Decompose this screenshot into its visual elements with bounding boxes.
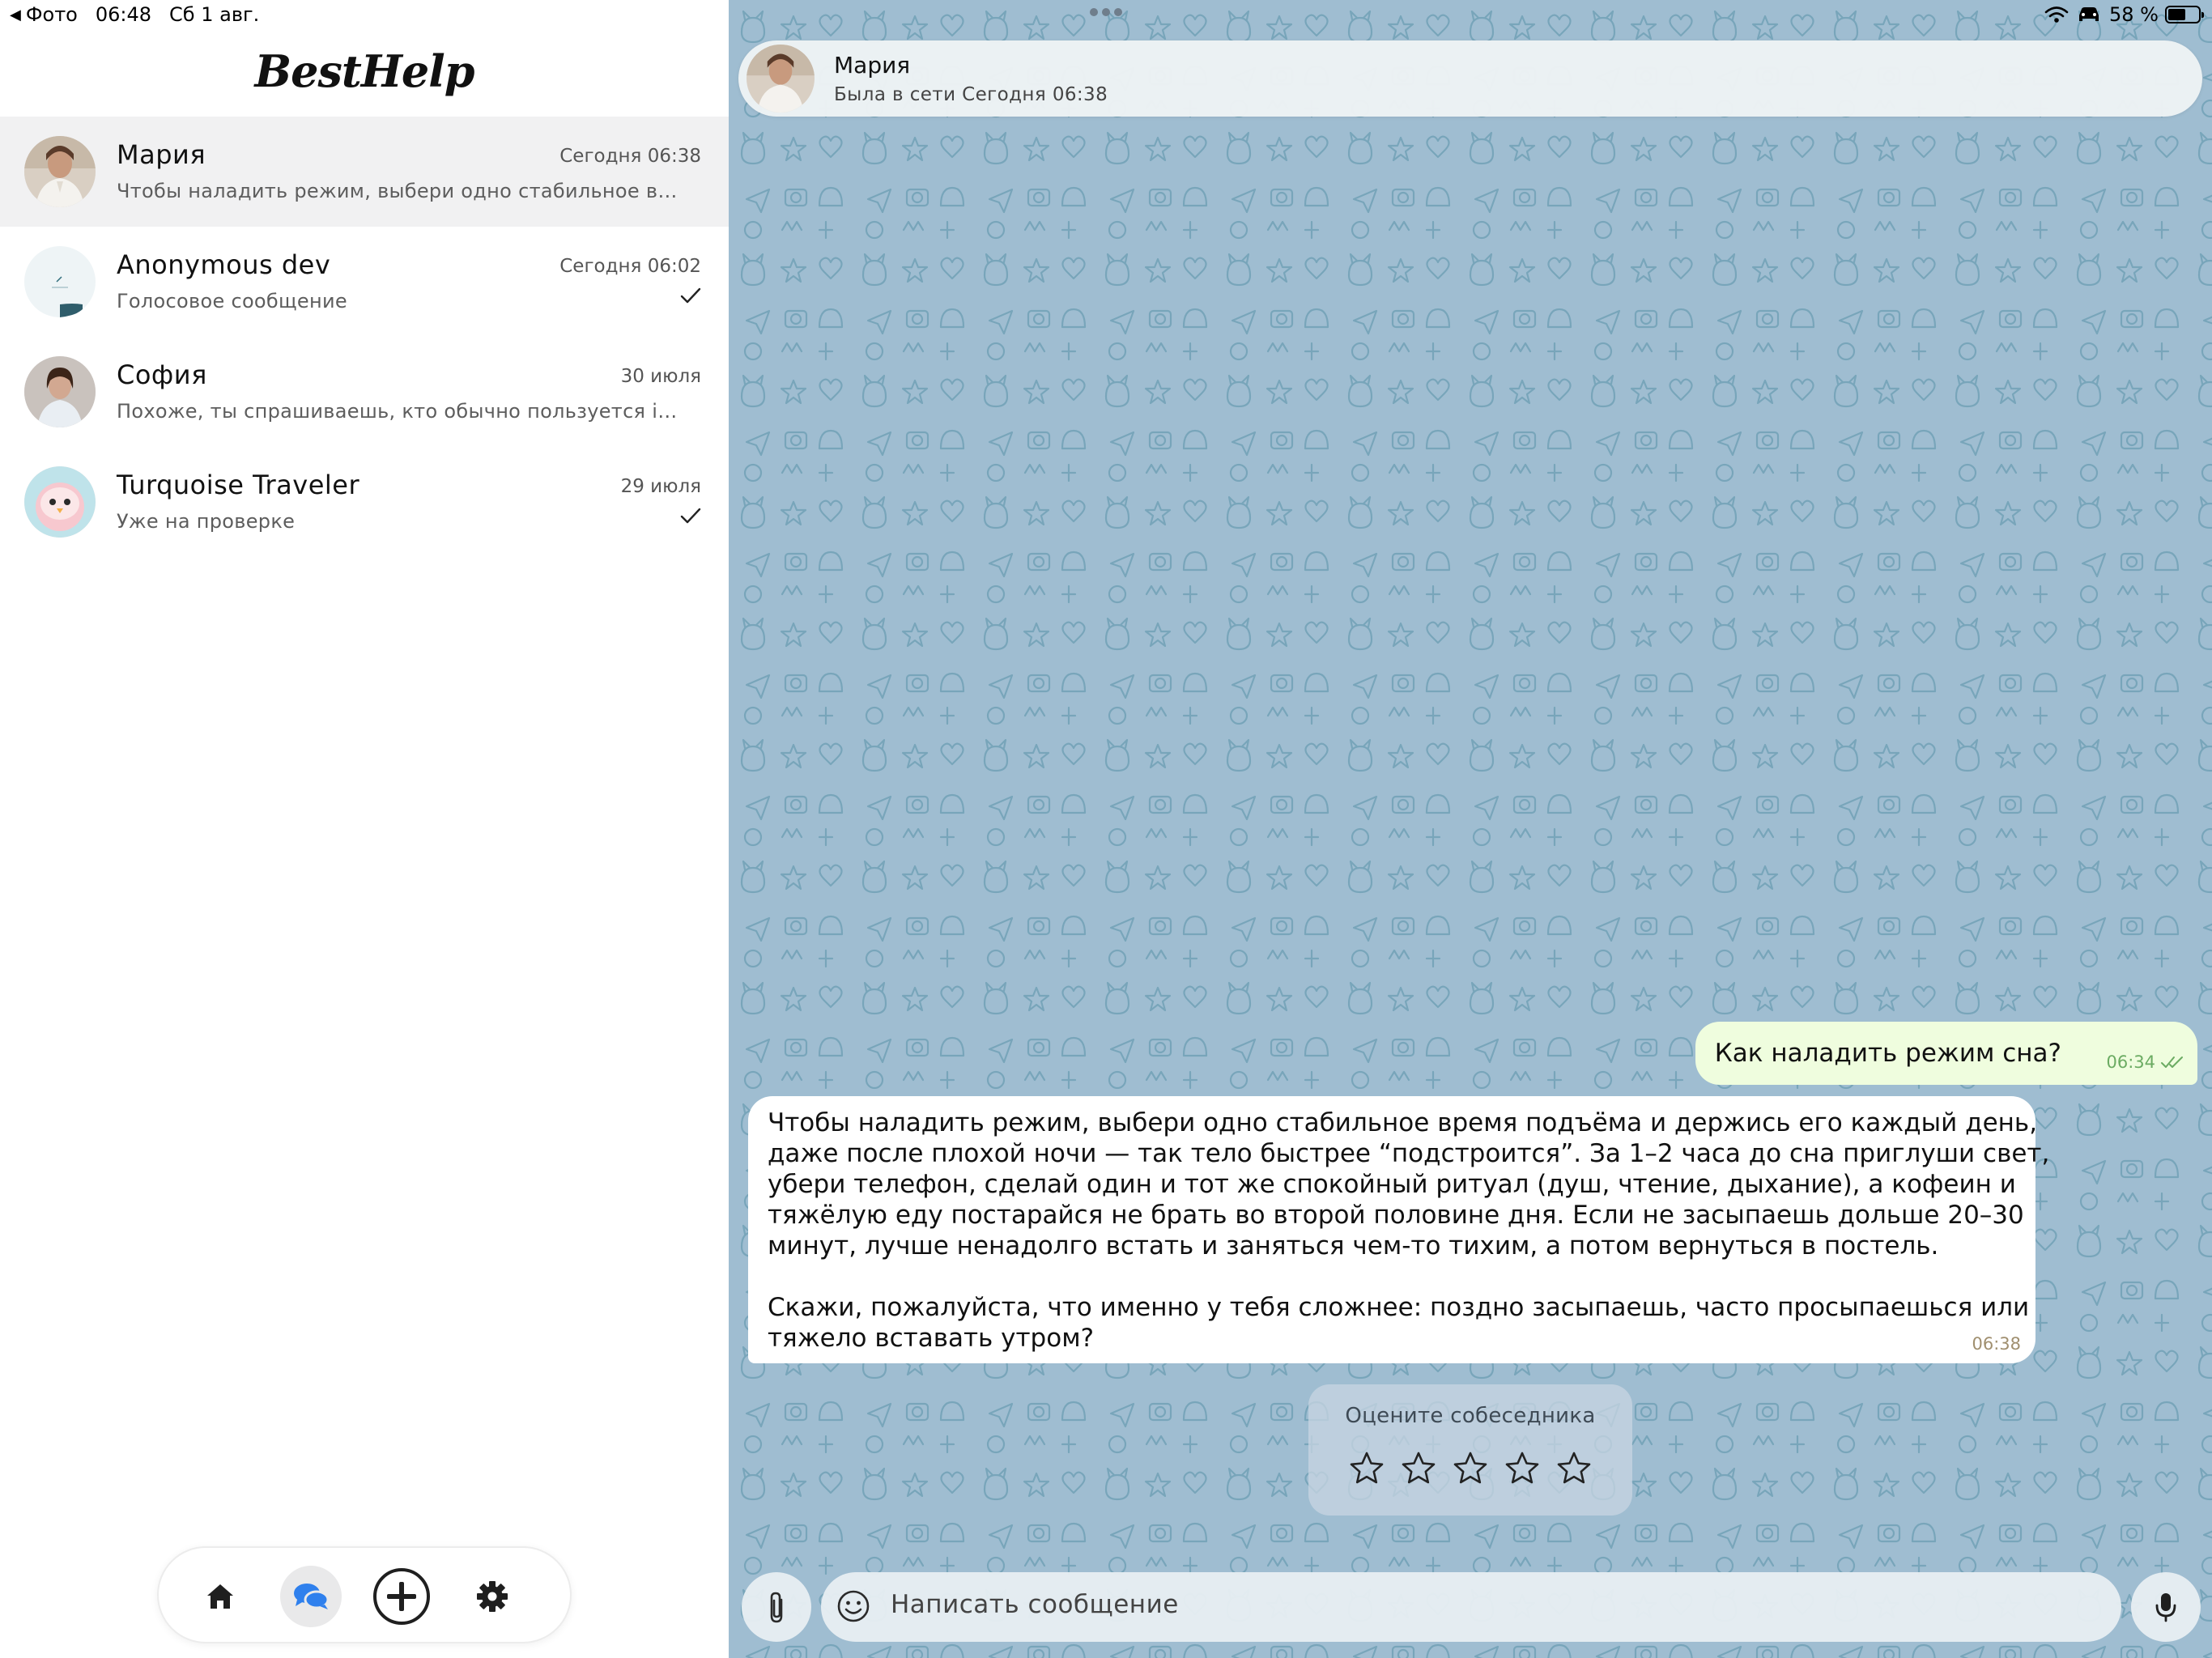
message-composer: Написать сообщение xyxy=(729,1569,2212,1648)
back-app-label: Фото xyxy=(25,3,78,26)
message-line: даже после плохой ночи — так тело быстре… xyxy=(768,1139,2050,1168)
bottom-tab-bar xyxy=(157,1546,572,1643)
chat-time: Сегодня 06:02 xyxy=(559,256,701,277)
star-icon xyxy=(1350,1452,1384,1484)
star-icon xyxy=(1505,1452,1539,1484)
microphone-icon xyxy=(2155,1593,2176,1622)
avatar xyxy=(24,466,96,538)
star-4[interactable] xyxy=(1502,1448,1542,1488)
tab-chats[interactable] xyxy=(280,1566,342,1627)
message-input-placeholder: Написать сообщение xyxy=(891,1590,1179,1619)
star-icon xyxy=(1402,1452,1436,1484)
emoji-icon xyxy=(837,1590,870,1622)
back-triangle-icon: ◀ xyxy=(10,6,21,23)
message-line: тяжело вставать утром? xyxy=(768,1324,1095,1353)
chat-name: София xyxy=(117,359,207,390)
chat-item-maria[interactable]: Мария Сегодня 06:38 Чтобы наладить режим… xyxy=(0,117,729,227)
chat-item-sofia[interactable]: София 30 июля Похоже, ты спрашиваешь, кт… xyxy=(0,337,729,447)
paperclip-icon xyxy=(770,1592,783,1623)
clock: 06:48 xyxy=(95,3,152,26)
avatar xyxy=(24,246,96,317)
rating-stars xyxy=(1308,1448,1632,1488)
back-to-app[interactable]: ◀ Фото 06:48 Сб 1 авг. xyxy=(10,3,259,26)
message-text: Как наладить режим сна? xyxy=(1714,1039,2061,1068)
message-meta: 06:34 xyxy=(2106,1052,2184,1072)
message-time: 06:34 xyxy=(2106,1052,2155,1072)
incoming-message[interactable]: Чтобы наладить режим, выбери одно стабил… xyxy=(748,1096,2050,1363)
last-seen-status: Была в сети Сегодня 06:38 xyxy=(834,84,1108,105)
star-5[interactable] xyxy=(1554,1448,1594,1488)
chat-name: Мария xyxy=(117,139,206,170)
home-icon xyxy=(207,1584,233,1609)
read-check-icon xyxy=(680,287,701,308)
outgoing-message[interactable]: Как наладить режим сна? 06:34 xyxy=(1695,1022,2197,1085)
chat-preview: Чтобы наладить режим, выбери одно стабил… xyxy=(117,180,683,202)
chat-time: 29 июля xyxy=(620,476,701,497)
double-check-icon xyxy=(2161,1056,2183,1068)
message-line: минут, лучше ненадолго встать и заняться… xyxy=(768,1231,1939,1261)
message-line: Скажи, пожалуйста, что именно у тебя сло… xyxy=(768,1293,2030,1322)
chat-preview: Голосовое сообщение xyxy=(117,290,347,312)
star-icon xyxy=(1557,1452,1591,1484)
gear-icon xyxy=(477,1581,508,1612)
chat-preview: Уже на проверке xyxy=(117,510,296,533)
star-3[interactable] xyxy=(1450,1448,1491,1488)
chat-name: Anonymous dev xyxy=(117,249,331,280)
chats-icon xyxy=(294,1584,330,1609)
date: Сб 1 авг. xyxy=(169,3,260,26)
star-icon xyxy=(1453,1452,1487,1484)
tab-new[interactable] xyxy=(371,1566,432,1627)
chat-header[interactable]: Мария Была в сети Сегодня 06:38 xyxy=(738,40,2202,117)
chat-list: Мария Сегодня 06:38 Чтобы наладить режим… xyxy=(0,117,729,557)
message-time: 06:38 xyxy=(1972,1334,2021,1354)
avatar xyxy=(24,356,96,427)
rating-title: Оцените собеседника xyxy=(1345,1404,1596,1428)
chat-time: Сегодня 06:38 xyxy=(559,146,701,167)
message-input[interactable]: Написать сообщение xyxy=(821,1572,2121,1642)
chat-time: 30 июля xyxy=(620,366,701,387)
chat-panel: Мария Была в сети Сегодня 06:38 Как нала… xyxy=(729,0,2212,1658)
avatar xyxy=(24,136,96,207)
emoji-button[interactable] xyxy=(836,1588,871,1627)
chat-item-turquoise-traveler[interactable]: Turquoise Traveler 29 июля Уже на провер… xyxy=(0,447,729,557)
chat-name: Turquoise Traveler xyxy=(117,470,360,500)
tab-settings[interactable] xyxy=(462,1566,523,1627)
chat-item-anonymous-dev[interactable]: Anonymous dev Сегодня 06:02 Голосовое со… xyxy=(0,227,729,337)
attach-button[interactable] xyxy=(742,1572,811,1642)
chat-preview: Похоже, ты спрашиваешь, кто обычно польз… xyxy=(117,400,683,423)
message-line: тяжёлую еду постарайся не брать во второ… xyxy=(768,1201,2024,1230)
voice-record-button[interactable] xyxy=(2131,1572,2201,1642)
rating-card: Оцените собеседника xyxy=(1308,1384,1632,1516)
plus-circle-icon xyxy=(373,1568,430,1625)
tab-home[interactable] xyxy=(189,1566,251,1627)
star-1[interactable] xyxy=(1346,1448,1387,1488)
contact-name: Мария xyxy=(834,52,911,79)
chat-sidebar: BestHelp Мария Сегодня 06:38 Чтобы налад… xyxy=(0,0,729,1658)
read-check-icon xyxy=(680,507,701,528)
message-line: Чтобы наладить режим, выбери одно стабил… xyxy=(768,1108,2038,1137)
brand-logo: BestHelp xyxy=(254,45,475,97)
message-line: убери телефон, сделай один и тот же спок… xyxy=(768,1170,2016,1199)
multitasking-handle[interactable] xyxy=(1090,8,1122,16)
star-2[interactable] xyxy=(1398,1448,1439,1488)
avatar[interactable] xyxy=(747,45,815,113)
